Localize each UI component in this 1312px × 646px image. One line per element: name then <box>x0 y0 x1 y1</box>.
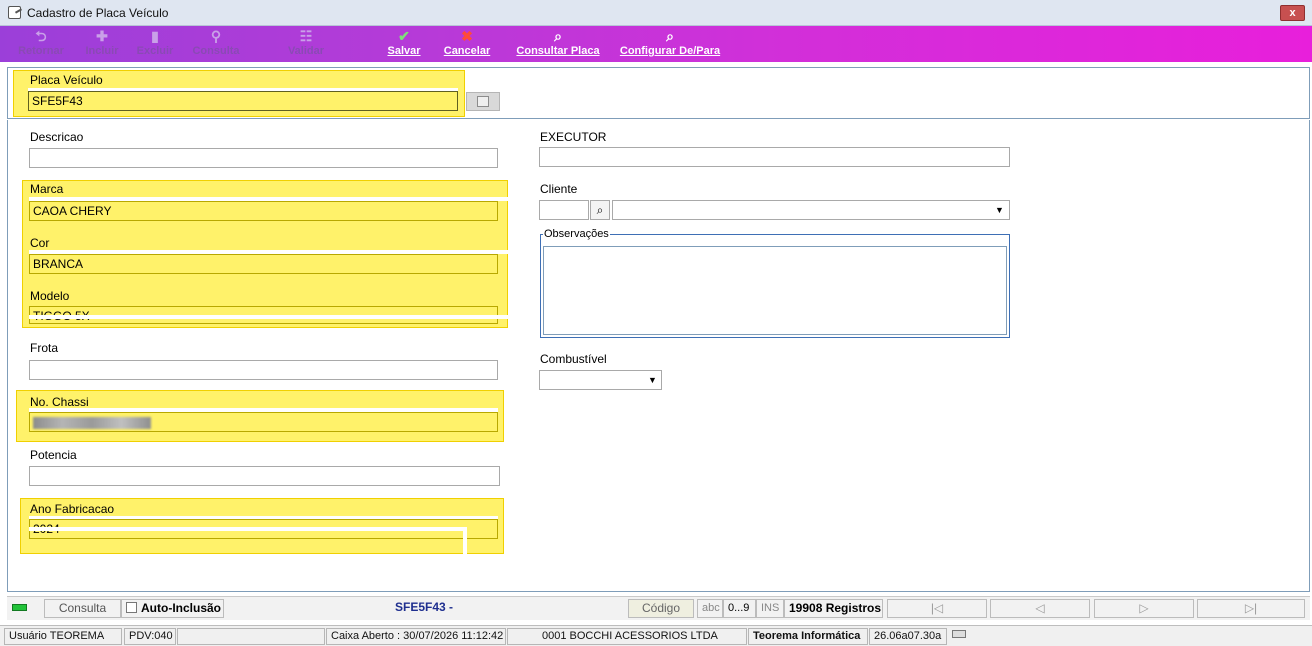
first-record-button[interactable]: |◁ <box>887 599 987 618</box>
year-overlay-top <box>29 516 498 519</box>
edit-window-icon <box>8 6 21 19</box>
year-label: Ano Fabricacao <box>30 502 115 516</box>
plate-lookup-button[interactable] <box>466 92 500 111</box>
client-label: Cliente <box>540 182 578 196</box>
chassis-label: No. Chassi <box>30 395 89 409</box>
delete-button[interactable]: ▮ Excluir <box>131 26 179 62</box>
color-input[interactable]: BRANCA <box>29 254 498 274</box>
chevron-down-icon: ▼ <box>995 205 1004 215</box>
fuel-label: Combustível <box>540 352 607 366</box>
client-code-input[interactable] <box>539 200 589 220</box>
digits-indicator: 0...9 <box>723 599 756 618</box>
plate-label: Placa Veículo <box>30 73 103 87</box>
plate-input-overlay <box>28 88 458 91</box>
executor-input[interactable] <box>539 147 1010 167</box>
plate-input[interactable]: SFE5F43 <box>28 91 458 111</box>
company-info: 0001 BOCCHI ACESSORIOS LTDA <box>507 628 747 645</box>
color-label: Cor <box>30 236 50 250</box>
consult-plate-button[interactable]: ⌕ Consultar Placa <box>512 26 604 62</box>
keyboard-icon <box>952 630 966 638</box>
magnifier-icon: ⚲ <box>210 28 222 44</box>
model-label: Modelo <box>30 289 70 303</box>
color-overlay <box>29 250 508 254</box>
blurred-value <box>33 416 151 429</box>
cancel-button[interactable]: ✖ Cancelar <box>439 26 495 62</box>
record-count: 19908 Registros <box>784 599 883 618</box>
last-record-button[interactable]: ▷| <box>1197 599 1305 618</box>
cash-register-status: Caixa Aberto : 30/07/2026 11:12:42 <box>326 628 506 645</box>
list-icon: ☷ <box>299 28 313 44</box>
current-record: SFE5F43 - <box>394 600 454 614</box>
x-icon: ✖ <box>461 28 473 44</box>
validate-button[interactable]: ☷ Validar <box>281 26 331 62</box>
trash-icon: ▮ <box>151 28 159 44</box>
executor-label: EXECUTOR <box>540 130 607 144</box>
add-button[interactable]: ✚ Incluir <box>80 26 124 62</box>
footer-bar: Usuário TEOREMA PDV:040 Caixa Aberto : 3… <box>0 625 1312 646</box>
fleet-input[interactable] <box>29 360 498 380</box>
notes-group: Observações <box>540 228 1010 338</box>
abc-indicator: abc <box>697 599 723 618</box>
fleet-label: Frota <box>30 341 59 355</box>
return-button[interactable]: ⮌ Retornar <box>12 26 70 62</box>
plus-icon: ✚ <box>96 28 108 44</box>
notes-label: Observações <box>543 228 610 240</box>
model-overlay <box>29 315 508 319</box>
brand-label: Marca <box>30 182 64 196</box>
close-button[interactable]: x <box>1280 5 1305 21</box>
undo-icon: ⮌ <box>35 28 47 44</box>
previous-record-button[interactable]: ◁ <box>990 599 1090 618</box>
search-icon: ⌕ <box>596 203 604 217</box>
fuel-select[interactable] <box>539 370 662 390</box>
search-icon: ⌕ <box>666 28 674 44</box>
pdv-info: PDV:040 <box>124 628 176 645</box>
client-name-select[interactable] <box>612 200 1010 220</box>
sort-field-button[interactable]: Código <box>628 599 694 618</box>
version-info: 26.06a07.30a <box>869 628 947 645</box>
query-button[interactable]: ⚲ Consulta <box>188 26 244 62</box>
year-overlay-side <box>463 527 467 554</box>
description-label: Descricao <box>30 130 84 144</box>
notes-textarea[interactable] <box>543 246 1007 335</box>
year-overlay <box>29 527 466 531</box>
client-search-button[interactable]: ⌕ <box>590 200 610 220</box>
edit-icon <box>477 96 489 107</box>
description-input[interactable] <box>29 148 498 168</box>
chassis-overlay <box>29 408 498 412</box>
chevron-down-icon: ▼ <box>648 375 657 385</box>
user-info: Usuário TEOREMA <box>4 628 122 645</box>
brand-overlay <box>29 197 508 201</box>
configure-mapping-button[interactable]: ⌕ Configurar De/Para <box>612 26 728 62</box>
save-button[interactable]: ✔ Salvar <box>382 26 426 62</box>
ins-indicator: INS <box>756 599 784 618</box>
footer-empty-cell <box>177 628 325 645</box>
auto-inclusion-toggle[interactable]: Auto-Inclusão <box>121 599 224 618</box>
checkbox-icon <box>126 602 137 613</box>
power-input[interactable] <box>29 466 500 486</box>
vendor-info: Teorema Informática <box>748 628 868 645</box>
check-icon: ✔ <box>398 28 410 44</box>
mode-indicator: Consulta <box>44 599 121 618</box>
power-label: Potencia <box>30 448 77 462</box>
window-title: Cadastro de Placa Veículo <box>27 6 169 20</box>
status-led-icon <box>12 604 27 611</box>
brand-input[interactable]: CAOA CHERY <box>29 201 498 221</box>
next-record-button[interactable]: ▷ <box>1094 599 1194 618</box>
search-icon: ⌕ <box>554 28 562 44</box>
title-bar: Cadastro de Placa Veículo x <box>0 0 1312 26</box>
toolbar: ⮌ Retornar ✚ Incluir ▮ Excluir ⚲ Consult… <box>0 26 1312 62</box>
chassis-input[interactable] <box>29 412 498 432</box>
record-status-bar: Consulta Auto-Inclusão SFE5F43 - Código … <box>7 596 1310 620</box>
